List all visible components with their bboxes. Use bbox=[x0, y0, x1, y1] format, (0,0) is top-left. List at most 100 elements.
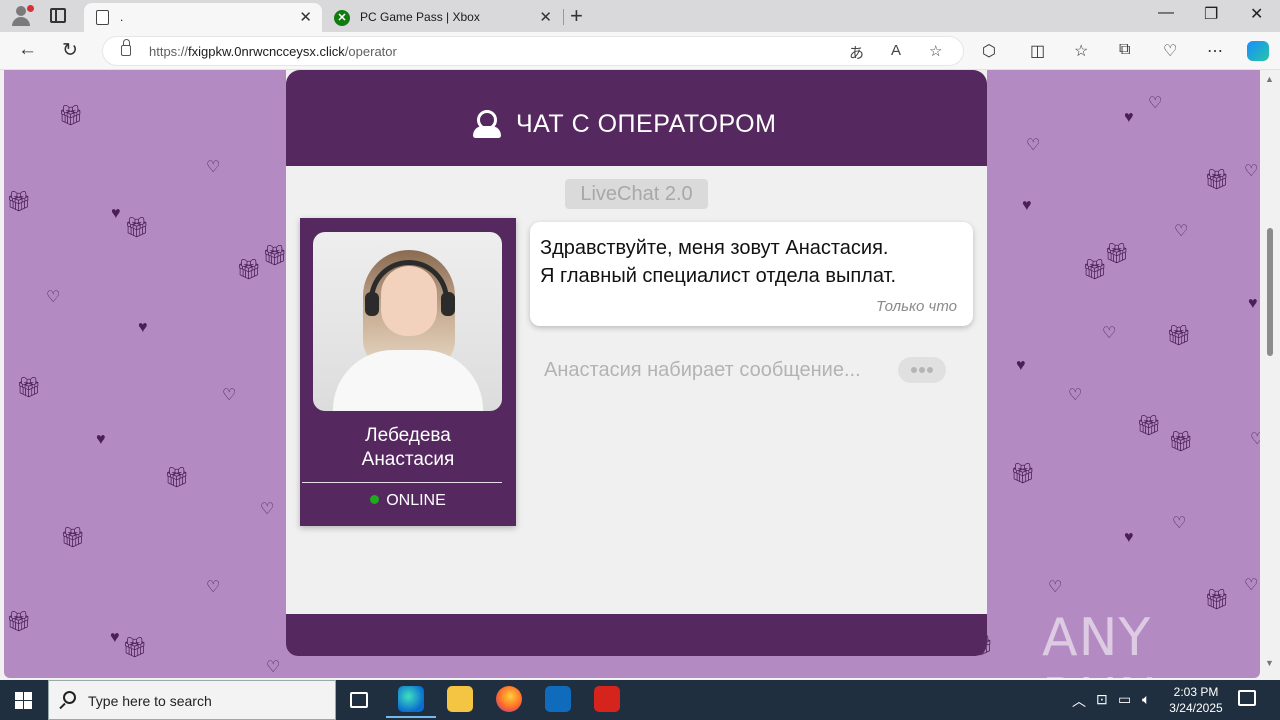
gift-icon: 🎁︎ bbox=[1204, 589, 1230, 611]
copilot-icon[interactable] bbox=[1247, 41, 1269, 61]
operator-icon bbox=[472, 108, 502, 138]
lock-icon[interactable] bbox=[121, 39, 131, 56]
extensions-icon[interactable]: ⬡ bbox=[982, 41, 996, 61]
translate-icon[interactable]: あ bbox=[849, 42, 864, 63]
new-tab-button[interactable]: + bbox=[570, 3, 583, 29]
taskbar-clock[interactable]: 2:03 PM 3/24/2025 bbox=[1168, 684, 1224, 716]
close-tab-icon[interactable]: ✕ bbox=[539, 8, 552, 26]
heart-icon: ♡ bbox=[1244, 163, 1259, 180]
operator-name: Лебедева Анастасия bbox=[361, 425, 455, 470]
operator-card: Лебедева Анастасия ONLINE bbox=[300, 218, 516, 526]
gift-icon: 🎁︎ bbox=[1166, 325, 1192, 347]
gift-icon: 🎁︎ bbox=[164, 467, 190, 489]
tray-chevron-icon[interactable]: ︿ bbox=[1072, 691, 1086, 711]
tab-title: PC Game Pass | Xbox bbox=[360, 10, 480, 24]
message-bubble: Здравствуйте, меня зовут Анастасия. Я гл… bbox=[530, 222, 973, 326]
restore-button[interactable]: ❐ bbox=[1204, 4, 1218, 24]
gift-icon: 🎁︎ bbox=[16, 377, 42, 399]
refresh-icon[interactable]: ↻ bbox=[62, 39, 78, 62]
gift-icon: 🎁︎ bbox=[236, 259, 262, 281]
heart-icon: ♥ bbox=[111, 205, 121, 222]
chat-footer bbox=[286, 614, 987, 656]
typing-indicator-text: Анастасия набирает сообщение... bbox=[544, 359, 861, 381]
gift-icon: 🎁︎ bbox=[124, 217, 150, 239]
back-icon[interactable]: ← bbox=[18, 39, 37, 61]
heart-icon: ♥ bbox=[138, 319, 148, 336]
tab-separator bbox=[563, 9, 564, 25]
heart-icon: ♡ bbox=[1244, 577, 1259, 594]
typing-dots bbox=[898, 357, 946, 383]
gift-icon: 🎁︎ bbox=[262, 245, 288, 267]
collections-icon[interactable]: ⧉ bbox=[1119, 41, 1130, 59]
favorites-icon[interactable]: ☆ bbox=[1074, 41, 1088, 61]
volume-icon[interactable]: 🔈︎ bbox=[1142, 691, 1150, 708]
heart-icon: ♡ bbox=[260, 501, 275, 518]
read-aloud-icon[interactable]: A bbox=[891, 42, 901, 59]
gift-icon: 🎁︎ bbox=[1010, 463, 1036, 485]
page-viewport: 🎁︎ ♡ 🎁︎ ♥ 🎁︎ 🎁︎ 🎁︎ ♡ ♥ 🎁︎ ♡ ♥ 🎁︎ ♡ 🎁︎ ♡ … bbox=[0, 70, 1280, 680]
firefox-icon[interactable] bbox=[496, 686, 522, 712]
performance-icon[interactable]: ♡ bbox=[1163, 41, 1177, 61]
livechat-badge: LiveChat 2.0 bbox=[565, 179, 708, 209]
tab-xbox[interactable]: ✕ PC Game Pass | Xbox ✕ bbox=[324, 3, 562, 32]
heart-icon: ♡ bbox=[1068, 387, 1083, 404]
explorer-icon[interactable] bbox=[447, 686, 473, 712]
star-icon[interactable]: ☆ bbox=[929, 42, 942, 60]
tray-device-icon[interactable]: ⊡ bbox=[1096, 691, 1108, 708]
heart-icon: ♡ bbox=[1174, 223, 1189, 240]
watermark: ANY RUN bbox=[1042, 608, 1157, 678]
minimize-button[interactable]: — bbox=[1158, 4, 1174, 22]
outlook-icon[interactable] bbox=[545, 686, 571, 712]
network-icon[interactable]: ▭ bbox=[1118, 691, 1131, 708]
tab-bar: . ✕ ✕ PC Game Pass | Xbox ✕ + — ❐ ✕ bbox=[0, 0, 1280, 32]
tab-current[interactable]: . ✕ bbox=[84, 3, 322, 32]
url-text[interactable]: https://fxigpkw.0nrwcncceysx.click/opera… bbox=[149, 44, 397, 59]
more-icon[interactable]: ⋯ bbox=[1207, 41, 1223, 61]
notification-icon[interactable] bbox=[1238, 690, 1256, 706]
profile-icon[interactable] bbox=[8, 4, 34, 28]
heart-icon: ♡ bbox=[1250, 431, 1260, 448]
search-placeholder: Type here to search bbox=[88, 693, 212, 709]
document-icon bbox=[96, 10, 109, 25]
gift-icon: 🎁︎ bbox=[1204, 169, 1230, 191]
taskbar-search[interactable]: Type here to search bbox=[48, 680, 336, 720]
heart-icon: ♡ bbox=[1172, 515, 1187, 532]
operator-photo bbox=[313, 232, 502, 411]
tab-title: . bbox=[120, 10, 124, 24]
gift-icon: 🎁︎ bbox=[60, 527, 86, 549]
status-indicator: ONLINE bbox=[300, 492, 516, 510]
scrollbar-thumb[interactable] bbox=[1267, 228, 1273, 356]
address-bar[interactable]: https://fxigpkw.0nrwcncceysx.click/opera… bbox=[102, 36, 964, 66]
scrollbar[interactable]: ▲ ▼ bbox=[1262, 70, 1278, 678]
chat-window: ЧАТ С ОПЕРАТОРОМ LiveChat 2.0 Лебедева А… bbox=[286, 70, 987, 656]
heart-icon: ♥ bbox=[96, 431, 106, 448]
chat-title: ЧАТ С ОПЕРАТОРОМ bbox=[516, 110, 777, 138]
message-text: Здравствуйте, меня зовут Анастасия. Я гл… bbox=[540, 237, 897, 287]
edge-icon[interactable] bbox=[386, 686, 436, 718]
heart-icon: ♡ bbox=[1148, 95, 1163, 112]
gift-icon: 🎁︎ bbox=[1136, 415, 1162, 437]
gift-icon: 🎁︎ bbox=[6, 191, 32, 213]
gift-icon: 🎁︎ bbox=[58, 105, 84, 127]
heart-icon: ♥ bbox=[1022, 197, 1032, 214]
heart-icon: ♡ bbox=[206, 159, 221, 176]
xbox-icon: ✕ bbox=[334, 10, 350, 26]
split-screen-icon[interactable]: ◫ bbox=[1030, 41, 1045, 61]
heart-icon: ♥ bbox=[1248, 295, 1258, 312]
heart-icon: ♥ bbox=[1124, 529, 1134, 546]
task-view-icon[interactable] bbox=[350, 692, 368, 708]
windows-icon[interactable] bbox=[15, 692, 32, 709]
heart-icon: ♥ bbox=[110, 629, 120, 646]
acrobat-icon[interactable] bbox=[594, 686, 620, 712]
heart-icon: ♡ bbox=[46, 289, 61, 306]
page-background: 🎁︎ ♡ 🎁︎ ♥ 🎁︎ 🎁︎ 🎁︎ ♡ ♥ 🎁︎ ♡ ♥ 🎁︎ ♡ 🎁︎ ♡ … bbox=[4, 70, 1260, 678]
browser-toolbar: ← ↻ https://fxigpkw.0nrwcncceysx.click/o… bbox=[0, 32, 1280, 70]
gift-icon: 🎁︎ bbox=[122, 637, 148, 659]
chat-header: ЧАТ С ОПЕРАТОРОМ bbox=[286, 70, 987, 166]
heart-icon: ♡ bbox=[266, 659, 281, 676]
status-dot bbox=[370, 495, 380, 504]
tab-actions-icon[interactable] bbox=[50, 8, 66, 23]
close-tab-icon[interactable]: ✕ bbox=[299, 8, 312, 26]
close-window-button[interactable]: ✕ bbox=[1250, 4, 1263, 24]
heart-icon: ♡ bbox=[1102, 325, 1117, 342]
